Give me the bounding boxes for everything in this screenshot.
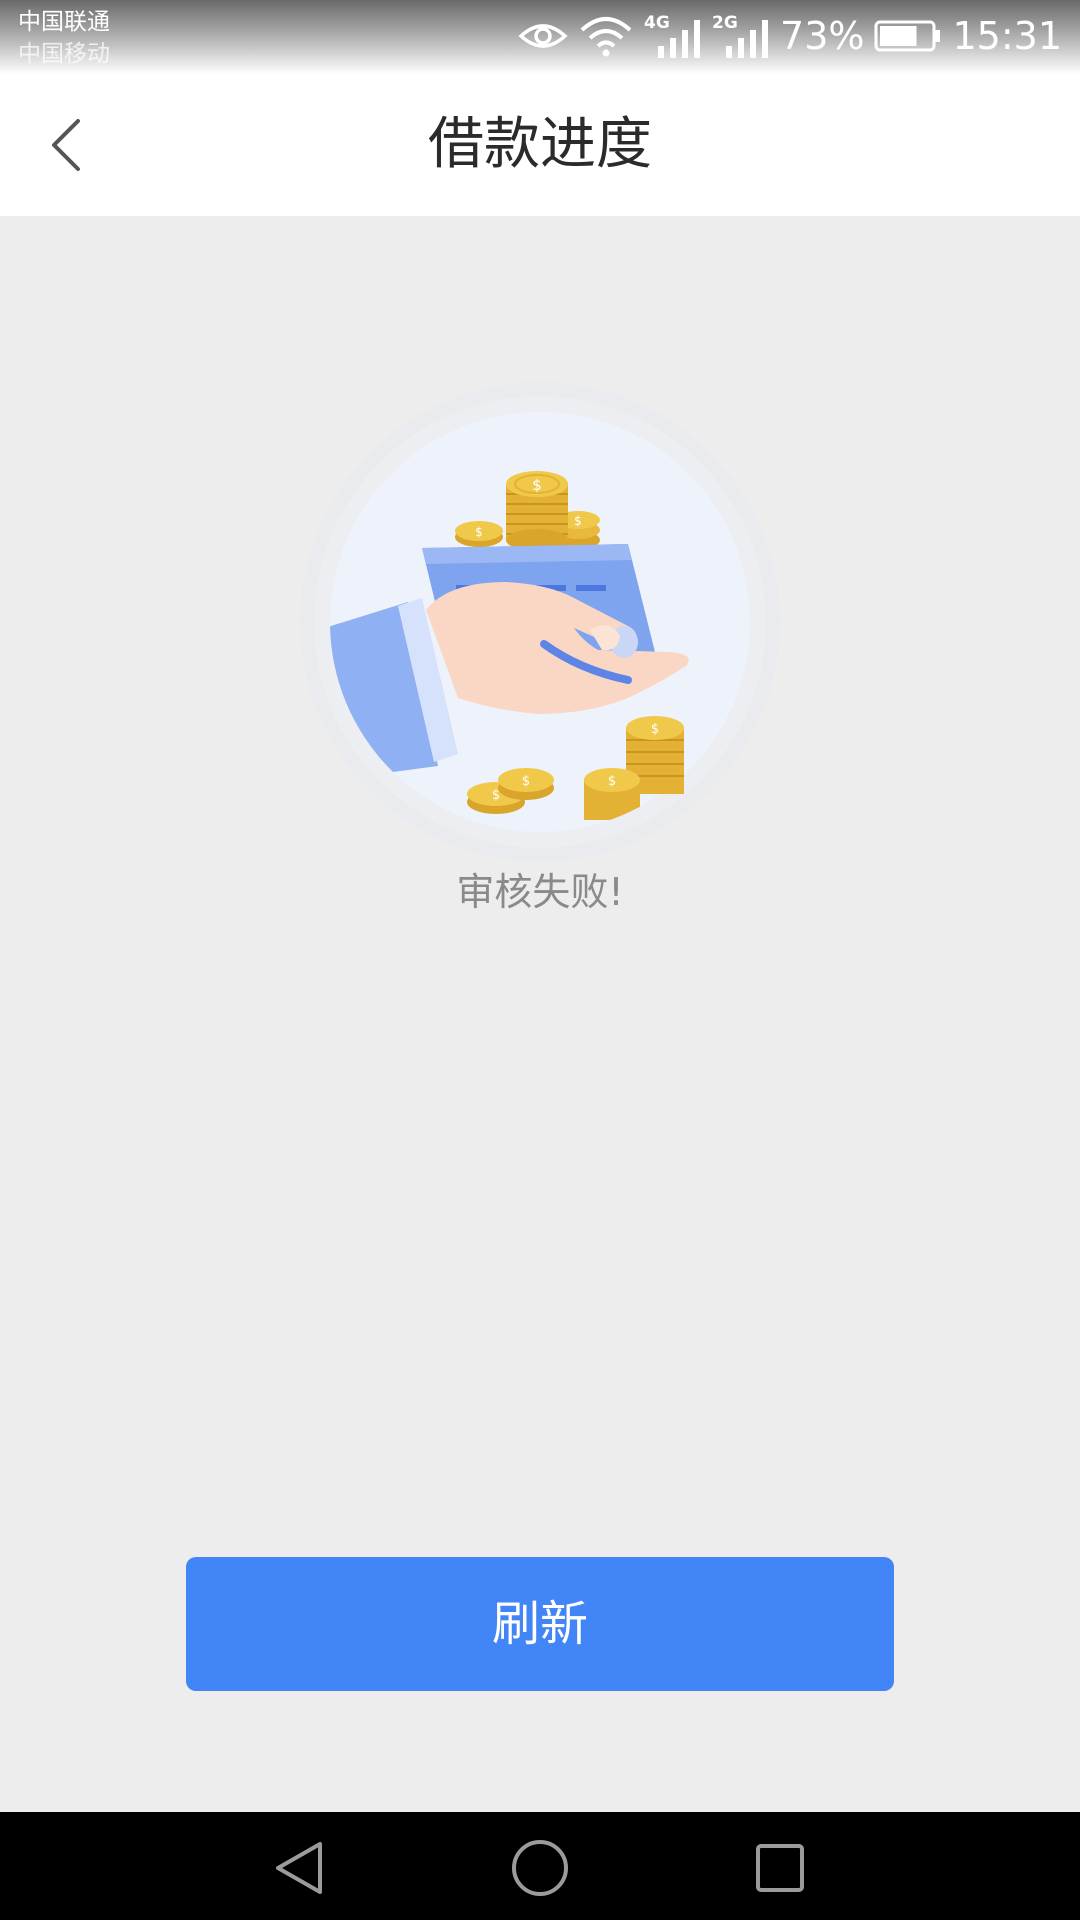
carrier-info: 中国联通 中国移动 <box>18 6 110 70</box>
navigation-bar <box>0 1812 1080 1920</box>
svg-text:$: $ <box>475 525 483 539</box>
clock: 15:31 <box>952 14 1062 58</box>
battery-percent: 73% <box>780 14 865 58</box>
wifi-icon <box>580 17 632 57</box>
refresh-button[interactable]: 刷新 <box>186 1557 894 1691</box>
review-status-text: 审核失败! <box>456 870 624 914</box>
signal-2g-icon: 2G <box>712 13 769 58</box>
carrier-2: 中国移动 <box>18 41 110 67</box>
network-2-label: 2G <box>712 13 738 33</box>
status-bar: 中国联通 中国移动 4G 2G 73% 15:31 <box>0 0 1080 74</box>
svg-text:$: $ <box>651 722 659 737</box>
status-icons: 4G 2G 73% 15:31 <box>518 10 1062 62</box>
circle-home-icon[interactable] <box>508 1836 572 1900</box>
svg-text:$: $ <box>608 774 616 789</box>
battery-icon <box>874 20 941 52</box>
svg-text:$: $ <box>574 514 582 528</box>
header: 借款进度 <box>0 74 1080 216</box>
signal-4g-icon: 4G <box>644 13 701 58</box>
square-recent-icon[interactable] <box>748 1836 812 1900</box>
eye-icon <box>518 24 568 48</box>
triangle-back-icon[interactable] <box>268 1836 332 1900</box>
svg-text:$: $ <box>522 774 530 789</box>
network-1-label: 4G <box>644 13 670 33</box>
loan-illustration: $ $ $ $ $ $ $ <box>300 382 780 862</box>
page-title: 借款进度 <box>428 112 652 177</box>
svg-text:$: $ <box>532 476 542 494</box>
carrier-1: 中国联通 <box>18 9 110 35</box>
